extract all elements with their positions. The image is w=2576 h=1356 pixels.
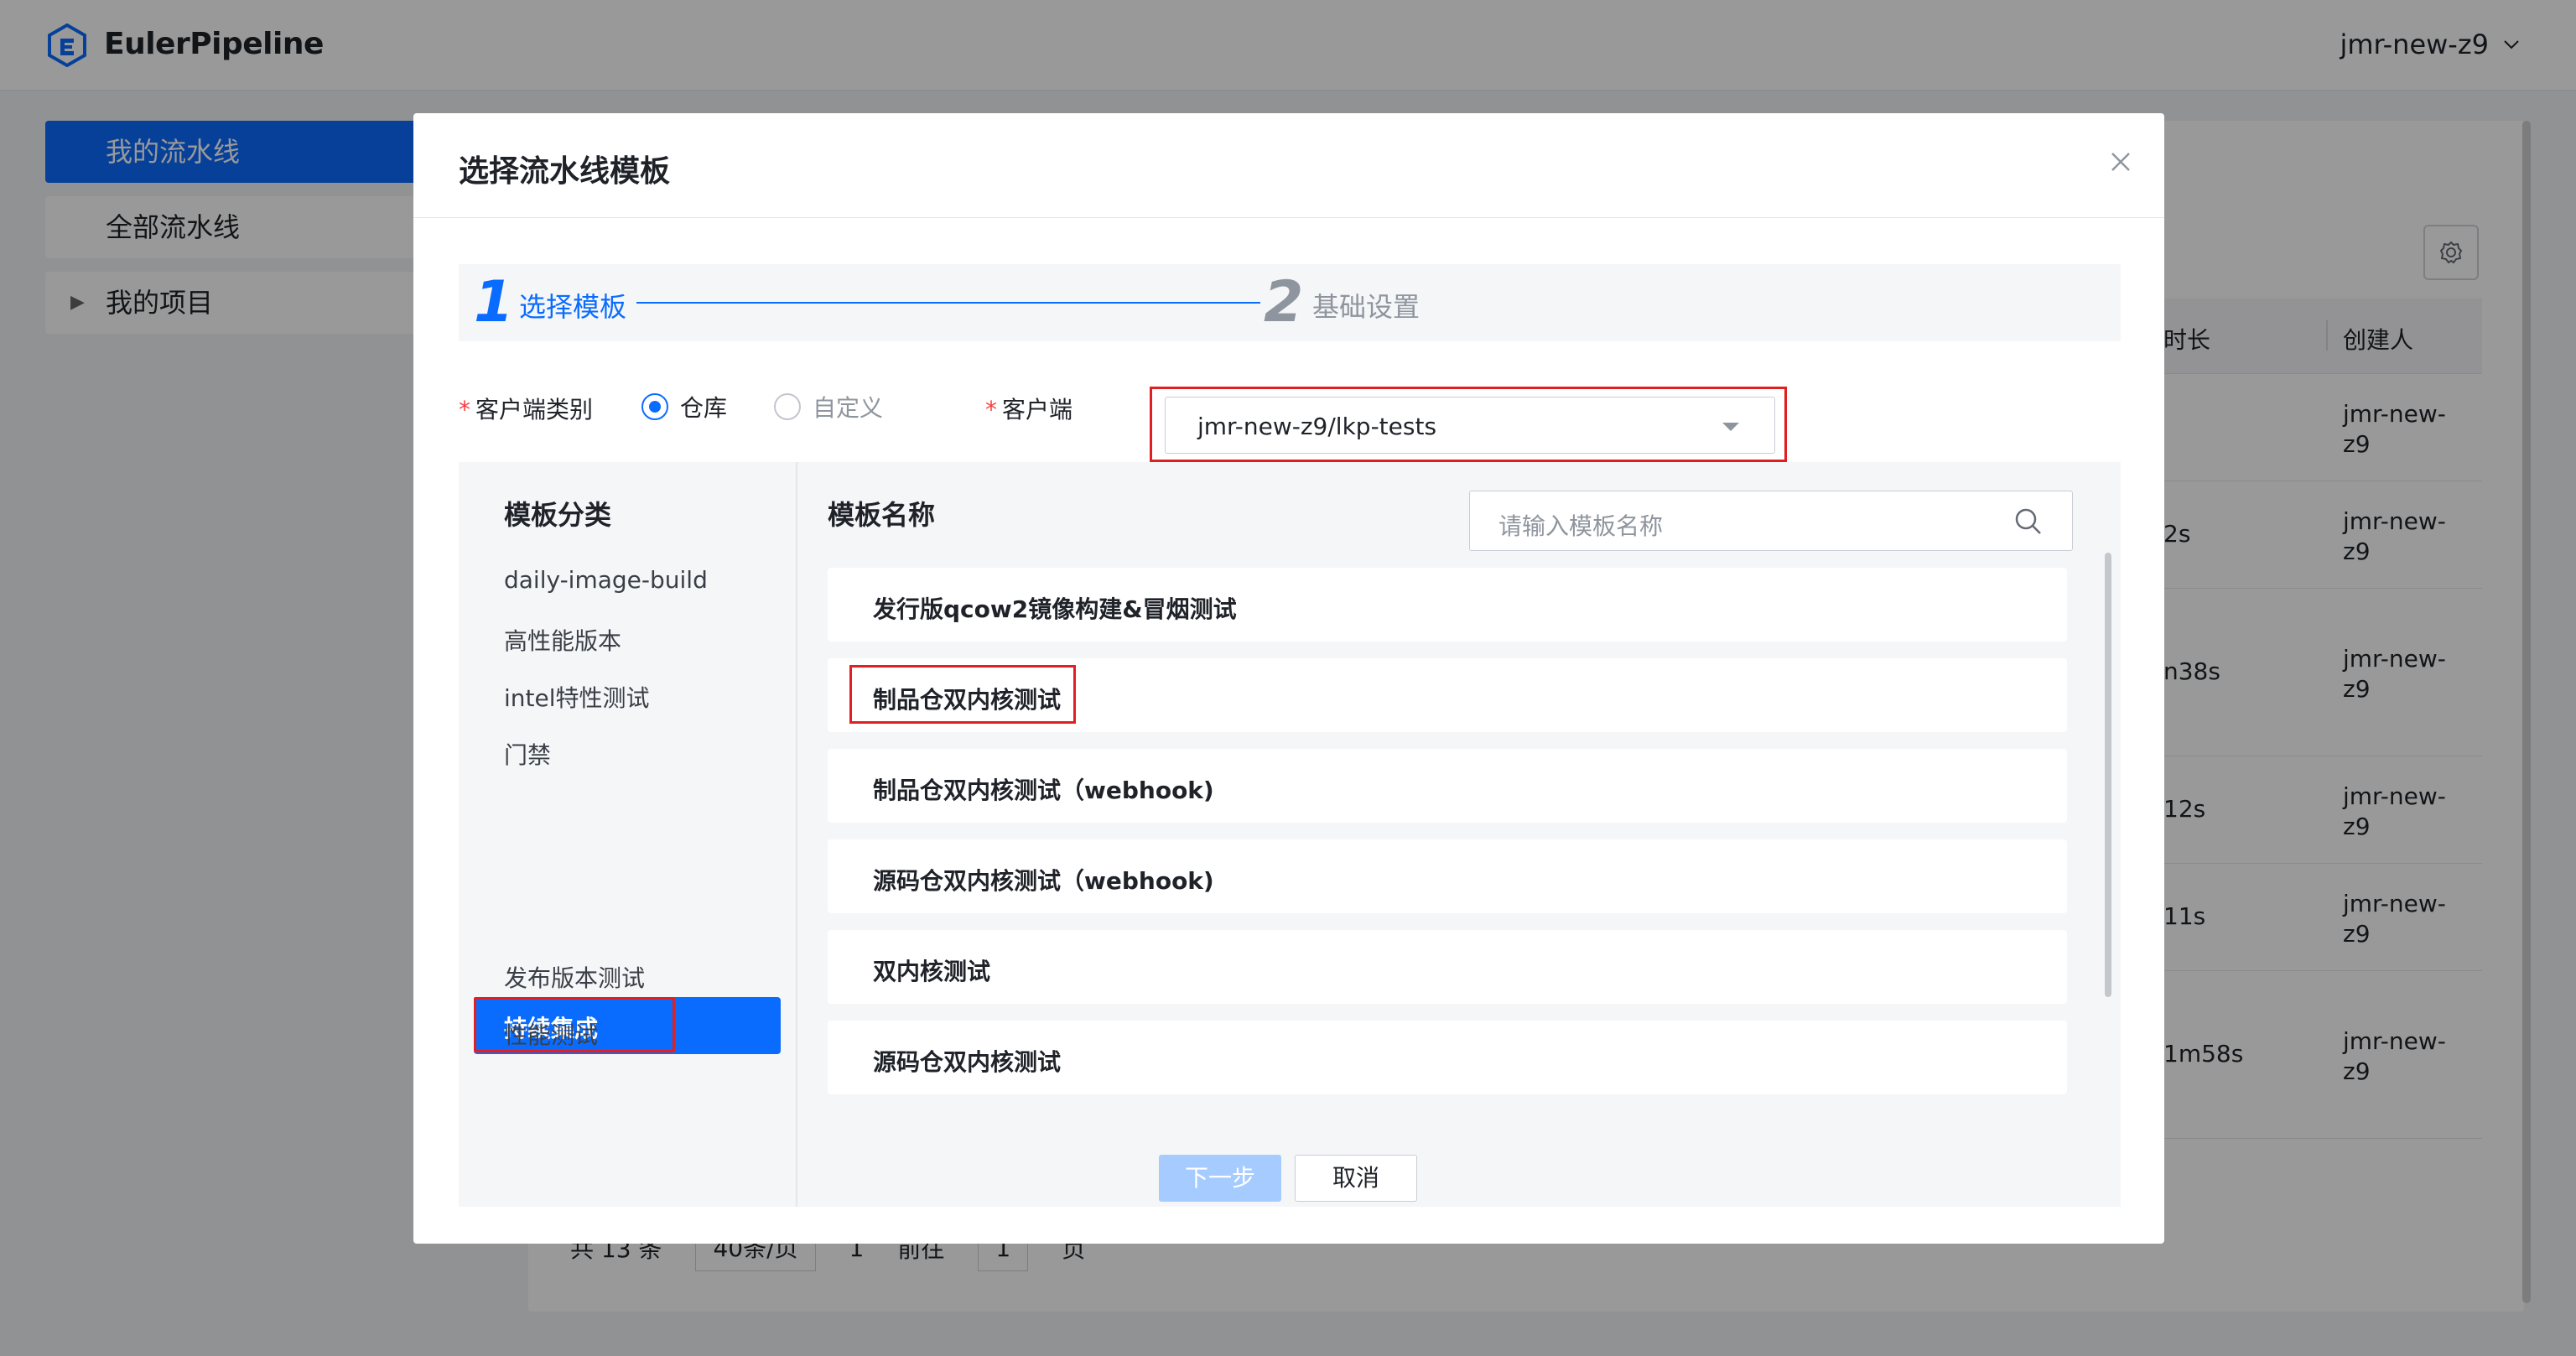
- client-select[interactable]: jmr-new-z9/lkp-tests: [1165, 397, 1775, 454]
- template-name: 制品仓双内核测试: [873, 686, 1062, 714]
- radio-custom[interactable]: 自定义: [774, 390, 883, 423]
- template-item[interactable]: 制品仓双内核测试: [828, 658, 2067, 732]
- step-2-label: 基础设置: [1312, 291, 1420, 323]
- category-title: 模板分类: [504, 499, 612, 531]
- template-item[interactable]: 源码仓双内核测试: [828, 1021, 2067, 1094]
- category-item[interactable]: intel特性测试: [504, 680, 650, 714]
- radio-repository[interactable]: 仓库: [641, 390, 727, 423]
- template-panel: 模板分类 daily-image-build 高性能版本 intel特性测试 门…: [459, 462, 2121, 1207]
- close-icon[interactable]: [2109, 150, 2132, 174]
- caret-down-icon: [1722, 423, 1739, 431]
- select-template-dialog: 选择流水线模板 1 选择模板 2 基础设置 * 客户端类别 仓库 自定义 * 客户端…: [413, 113, 2164, 1244]
- next-step-button[interactable]: 下一步: [1159, 1155, 1281, 1202]
- category-item[interactable]: 门禁: [504, 737, 551, 771]
- client-select-value: jmr-new-z9/lkp-tests: [1197, 413, 1437, 440]
- client-form-row: * 客户端类别 仓库 自定义 * 客户端 jmr-new-z9/lkp-tests: [459, 380, 2121, 462]
- step-connector: [636, 302, 1260, 304]
- radio-label: 自定义: [813, 394, 884, 422]
- template-search-input[interactable]: 请输入模板名称: [1469, 491, 2073, 551]
- search-icon[interactable]: [2013, 507, 2044, 537]
- template-item[interactable]: 发行版qcow2镜像构建&冒烟测试: [828, 568, 2067, 642]
- dialog-divider: [413, 217, 2164, 218]
- template-name: 源码仓双内核测试（webhook): [873, 867, 1214, 895]
- template-list: 发行版qcow2镜像构建&冒烟测试 制品仓双内核测试 制品仓双内核测试（webh…: [828, 568, 2067, 1207]
- template-item[interactable]: 双内核测试: [828, 930, 2067, 1004]
- client-highlight-box: jmr-new-z9/lkp-tests: [1150, 387, 1787, 462]
- step-1-number: 1: [474, 269, 514, 335]
- category-item[interactable]: 发布版本测试: [504, 960, 645, 994]
- search-placeholder: 请输入模板名称: [1498, 512, 1664, 540]
- template-name: 源码仓双内核测试: [873, 1048, 1062, 1076]
- radio-checked-icon: [641, 393, 668, 420]
- cancel-button[interactable]: 取消: [1295, 1155, 1417, 1202]
- template-name: 发行版qcow2镜像构建&冒烟测试: [873, 595, 1237, 623]
- template-item[interactable]: 源码仓双内核测试（webhook): [828, 839, 2067, 913]
- category-item[interactable]: 高性能版本: [504, 623, 621, 657]
- step-2-number: 2: [1264, 269, 1304, 335]
- template-name: 双内核测试: [873, 958, 991, 985]
- radio-unchecked-icon: [774, 393, 801, 420]
- category-item[interactable]: daily-image-build: [504, 566, 708, 594]
- radio-label: 仓库: [680, 394, 728, 422]
- step-indicator: 1 选择模板 2 基础设置: [459, 264, 2121, 341]
- template-item[interactable]: 制品仓双内核测试（webhook): [828, 749, 2067, 823]
- template-list-scrollbar[interactable]: [2105, 553, 2111, 997]
- step-1-label: 选择模板: [519, 291, 627, 323]
- category-item[interactable]: 性能测试: [504, 1017, 598, 1051]
- category-column: 模板分类 daily-image-build 高性能版本 intel特性测试 门…: [459, 462, 797, 1207]
- template-name: 制品仓双内核测试（webhook): [873, 777, 1214, 804]
- dialog-title: 选择流水线模板: [459, 154, 671, 189]
- client-type-label: * 客户端类别: [459, 396, 594, 423]
- client-label: * 客户端: [985, 396, 1073, 423]
- template-title: 模板名称: [828, 499, 936, 531]
